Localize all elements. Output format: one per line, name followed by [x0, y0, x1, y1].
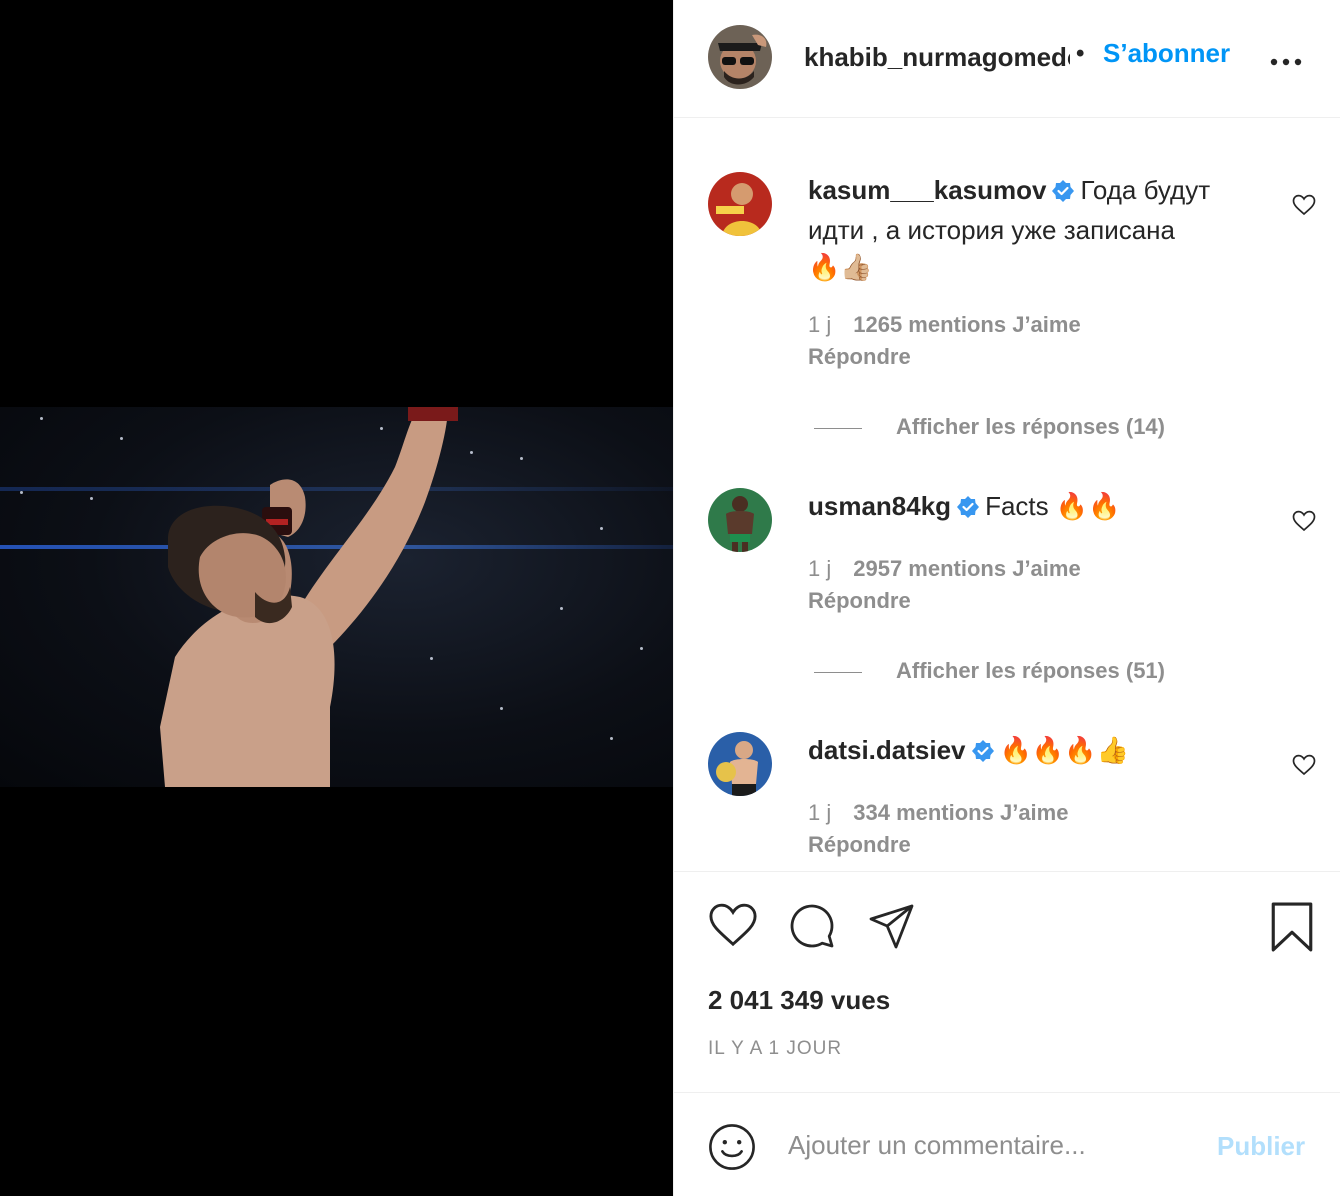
comment-icon [790, 904, 834, 948]
video-frame[interactable] [0, 407, 673, 787]
author-avatar[interactable] [708, 25, 772, 89]
comment-body: usman84kg Facts 🔥🔥 [808, 488, 1248, 528]
bookmark-icon [1271, 902, 1313, 952]
comment-meta: 1 j 334 mentions J’aime [808, 800, 1068, 826]
heart-icon [1292, 754, 1316, 776]
comment-username[interactable]: datsi.datsiev [808, 735, 966, 765]
like-post-button[interactable] [708, 902, 758, 953]
post-timestamp[interactable]: IL Y A 1 JOUR [708, 1038, 842, 1060]
comment-time[interactable]: 1 j [808, 800, 831, 825]
post-actions: 2 041 349 vues IL Y A 1 JOUR [674, 871, 1340, 1096]
comment-text: Facts [985, 491, 1049, 521]
show-replies-button[interactable]: Afficher les réponses (14) [814, 414, 1165, 440]
view-count[interactable]: 2 041 349 vues [708, 985, 890, 1016]
like-comment-button[interactable] [1292, 754, 1316, 781]
reply-button[interactable]: Répondre [808, 344, 911, 370]
fighter-figure [160, 407, 458, 787]
heart-icon [1292, 194, 1316, 216]
commenter-avatar[interactable] [708, 732, 772, 796]
comment-likes[interactable]: 1265 mentions J’aime [853, 312, 1080, 337]
comment-emoji: 🔥🔥 [1055, 491, 1121, 521]
comment-composer: Publier [674, 1092, 1340, 1196]
more-icon [1270, 58, 1302, 66]
post-comment-button[interactable]: Publier [1217, 1131, 1305, 1162]
more-options-button[interactable] [1270, 42, 1302, 74]
post-media[interactable] [0, 0, 673, 1196]
like-comment-button[interactable] [1292, 510, 1316, 537]
comment-button[interactable] [788, 902, 836, 955]
share-icon [869, 904, 914, 949]
verified-badge-icon [1052, 175, 1075, 212]
comment-emoji: 🔥🔥🔥👍 [999, 735, 1130, 765]
emoji-picker-button[interactable] [708, 1123, 756, 1176]
comment-likes[interactable]: 334 mentions J’aime [853, 800, 1068, 825]
header-separator: • [1076, 40, 1085, 67]
verified-badge-icon [971, 735, 994, 772]
follow-button[interactable]: S’abonner [1103, 38, 1230, 69]
share-button[interactable] [868, 902, 916, 955]
comment-meta: 1 j 2957 mentions J’aime [808, 556, 1081, 582]
reply-button[interactable]: Répondre [808, 832, 911, 858]
commenter-avatar[interactable] [708, 488, 772, 552]
show-replies-button[interactable]: Afficher les réponses (51) [814, 658, 1165, 684]
save-button[interactable] [1270, 902, 1314, 957]
verified-badge-icon [957, 491, 980, 528]
commenter-avatar[interactable] [708, 172, 772, 236]
comment-meta: 1 j 1265 mentions J’aime [808, 312, 1081, 338]
emoji-icon [709, 1124, 755, 1170]
comment-time[interactable]: 1 j [808, 312, 831, 337]
post-header: khabib_nurmagomedov • S’abonner [674, 0, 1340, 118]
post-sidebar: khabib_nurmagomedov • S’abonner kasum___… [673, 0, 1340, 1196]
comment-likes[interactable]: 2957 mentions J’aime [853, 556, 1080, 581]
author-username[interactable]: khabib_nurmagomedov [804, 42, 1070, 73]
heart-icon [1292, 510, 1316, 532]
comment-body: datsi.datsiev 🔥🔥🔥👍 [808, 732, 1248, 772]
comment-time[interactable]: 1 j [808, 556, 831, 581]
reply-button[interactable]: Répondre [808, 588, 911, 614]
like-comment-button[interactable] [1292, 194, 1316, 221]
comment-emoji: 🔥👍🏼 [808, 252, 873, 282]
comment-body: kasum___kasumov Года будут идти , а истор… [808, 172, 1248, 286]
heart-icon [709, 903, 757, 947]
comment-input[interactable] [788, 1123, 1188, 1167]
comment-username[interactable]: usman84kg [808, 491, 951, 521]
comment-username[interactable]: kasum___kasumov [808, 175, 1046, 205]
